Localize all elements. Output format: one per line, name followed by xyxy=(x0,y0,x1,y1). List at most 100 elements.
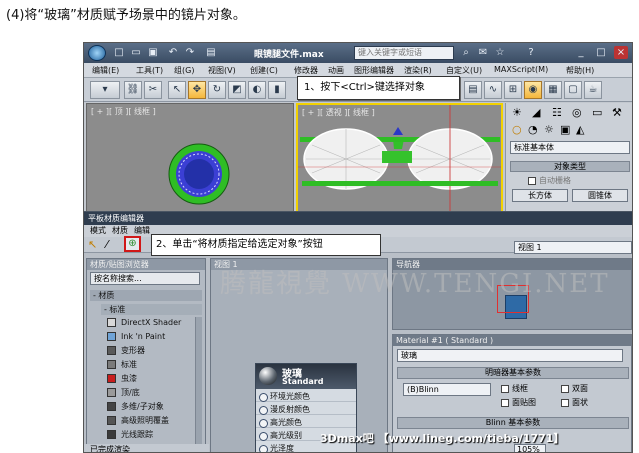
render-frame-icon[interactable]: ▢ xyxy=(564,81,582,99)
material-type-icon xyxy=(107,402,116,411)
material-name-input[interactable]: 玻璃 xyxy=(397,349,623,362)
helpers-icon[interactable]: ◭ xyxy=(576,123,584,136)
modify-tab-icon[interactable]: ◢ xyxy=(532,106,540,119)
favorites-icon[interactable]: ☆ xyxy=(493,46,507,59)
shapes-icon[interactable]: ◔ xyxy=(528,123,538,136)
menu-customize[interactable]: 自定义(U) xyxy=(446,65,482,76)
material-list-item[interactable]: DirectX Shader xyxy=(107,317,195,329)
align-icon[interactable]: ▮ xyxy=(268,81,286,99)
menu-create[interactable]: 创建(C) xyxy=(250,65,278,76)
select-move-icon[interactable]: ✥ xyxy=(188,81,206,99)
help-icon[interactable]: ? xyxy=(524,46,538,59)
wire-checkbox[interactable]: 线框 xyxy=(501,383,528,394)
select-scale-icon[interactable]: ◩ xyxy=(228,81,246,99)
utilities-tab-icon[interactable]: ⚒ xyxy=(612,106,622,119)
face-map-checkbox[interactable]: 面贴图 xyxy=(501,397,536,408)
two-sided-checkbox[interactable]: 双面 xyxy=(561,383,588,394)
callout-step1: 1、按下<Ctrl>键选择对象 xyxy=(297,76,460,100)
standard-group[interactable]: - 标准 xyxy=(101,304,202,315)
node-input-slot[interactable]: 高光颜色 xyxy=(256,417,356,428)
view-selector-dropdown[interactable]: 视图 1 xyxy=(514,241,632,254)
geometry-icon[interactable]: ○ xyxy=(512,123,522,136)
cameras-icon[interactable]: ▣ xyxy=(560,123,570,136)
app-logo-icon[interactable] xyxy=(88,45,106,61)
mirror-icon[interactable]: ◐ xyxy=(248,81,266,99)
menu-tools[interactable]: 工具(T) xyxy=(136,65,163,76)
motion-tab-icon[interactable]: ◎ xyxy=(572,106,582,119)
search-by-name-input[interactable]: 按名称搜索... xyxy=(90,272,200,285)
render-icon[interactable]: ☕ xyxy=(584,81,602,99)
menu-animation[interactable]: 动画 xyxy=(328,65,344,76)
box-button[interactable]: 长方体 xyxy=(512,189,568,202)
project-icon[interactable]: ▤ xyxy=(204,46,218,59)
render-setup-icon[interactable]: ▦ xyxy=(544,81,562,99)
top-view-canvas xyxy=(168,143,230,205)
menu-help[interactable]: 帮助(H) xyxy=(566,65,594,76)
select-link-icon[interactable]: ⛓ xyxy=(124,81,142,99)
unlink-icon[interactable]: ✂ xyxy=(144,81,162,99)
material-list-item[interactable]: 多维/子对象 xyxy=(107,401,195,413)
viewport-perspective[interactable]: [ + ][ 透视 ][ 线框 ] xyxy=(296,103,503,218)
menu-modifiers[interactable]: 修改器 xyxy=(294,65,318,76)
select-object-icon[interactable]: ↖ xyxy=(168,81,186,99)
primitive-type-dropdown[interactable]: 标准基本体 xyxy=(510,141,630,154)
node-input-slot[interactable]: 环境光颜色 xyxy=(256,391,356,402)
open-icon[interactable]: ▭ xyxy=(129,46,143,59)
slate-menu-modes[interactable]: 模式 xyxy=(90,225,106,237)
display-tab-icon[interactable]: ▭ xyxy=(592,106,602,119)
material-list-label: 虫漆 xyxy=(121,374,137,383)
menu-views[interactable]: 视图(V) xyxy=(208,65,236,76)
autogrid-label: 自动栅格 xyxy=(539,176,571,185)
material-list-item[interactable]: 虫漆 xyxy=(107,373,195,385)
faceted-checkbox[interactable]: 面状 xyxy=(561,397,588,408)
hierarchy-tab-icon[interactable]: ☷ xyxy=(552,106,562,119)
selection-filter-dropdown[interactable]: ▾ xyxy=(90,81,120,99)
material-editor-icon[interactable]: ◉ xyxy=(524,81,542,99)
object-type-rollout[interactable]: 对象类型 xyxy=(510,161,630,172)
lights-icon[interactable]: ☼ xyxy=(544,123,554,136)
create-tab-icon[interactable]: ☀ xyxy=(512,106,522,119)
schematic-icon[interactable]: ⊞ xyxy=(504,81,522,99)
materials-group[interactable]: - 材质 xyxy=(90,290,202,301)
menu-edit[interactable]: 编辑(E) xyxy=(92,65,119,76)
communication-icon[interactable]: ✉ xyxy=(476,46,490,59)
node-input-slot[interactable]: 漫反射颜色 xyxy=(256,404,356,415)
title-bar: □ ▭ ▣ ↶ ↷ ▤ 眼镜腿文件.max 键入关键字或短语 ⌕ ✉ ☆ ? _… xyxy=(84,43,632,63)
search-icon[interactable]: ⌕ xyxy=(459,46,473,59)
select-tool-icon[interactable]: ↖ xyxy=(88,238,97,251)
material-list-item[interactable]: Ink 'n Paint xyxy=(107,331,195,343)
autogrid-checkbox[interactable]: 自动栅格 xyxy=(528,175,571,186)
close-icon[interactable]: × xyxy=(614,46,628,59)
material-list-label: 光线跟踪 xyxy=(121,430,153,439)
material-list-label: 标准 xyxy=(121,360,137,369)
search-input[interactable]: 键入关键字或短语 xyxy=(354,46,454,60)
pick-material-icon[interactable]: ⁄ xyxy=(106,238,108,251)
material-list-item[interactable]: 光线跟踪 xyxy=(107,429,195,441)
minimize-icon[interactable]: _ xyxy=(574,46,588,59)
menu-group[interactable]: 组(G) xyxy=(174,65,194,76)
shader-type-dropdown[interactable]: (B)Blinn xyxy=(403,383,491,396)
menu-maxscript[interactable]: MAXScript(M) xyxy=(494,65,548,74)
select-rotate-icon[interactable]: ↻ xyxy=(208,81,226,99)
material-list-item[interactable]: 标准 xyxy=(107,359,195,371)
menu-graph-editors[interactable]: 图形编辑器 xyxy=(354,65,394,76)
redo-icon[interactable]: ↷ xyxy=(183,46,197,59)
viewport-top[interactable]: [ + ][ 顶 ][ 线框 ] xyxy=(86,103,294,218)
menu-rendering[interactable]: 渲染(R) xyxy=(404,65,432,76)
shader-basic-params-rollout[interactable]: 明暗器基本参数 xyxy=(397,367,629,379)
assign-material-to-selection-button[interactable]: ⊕ xyxy=(124,236,141,252)
curve-editor-icon[interactable]: ∿ xyxy=(484,81,502,99)
cone-button[interactable]: 圆锥体 xyxy=(572,189,628,202)
blinn-basic-params-rollout[interactable]: Blinn 基本参数 xyxy=(397,417,629,429)
material-list-item[interactable]: 变形器 xyxy=(107,345,195,357)
save-icon[interactable]: ▣ xyxy=(146,46,160,59)
caption: (4)将“玻璃”材质赋予场景中的镜片对象。 xyxy=(6,8,246,23)
maximize-icon[interactable]: □ xyxy=(594,46,608,59)
layer-icon[interactable]: ▤ xyxy=(464,81,482,99)
material-list-item[interactable]: 顶/底 xyxy=(107,387,195,399)
material-list-item[interactable]: 高级照明覆盖 xyxy=(107,415,195,427)
browser-scrollbar[interactable] xyxy=(195,317,202,447)
undo-icon[interactable]: ↶ xyxy=(166,46,180,59)
window-title: 眼镜腿文件.max xyxy=(254,50,324,60)
new-icon[interactable]: □ xyxy=(112,46,126,59)
